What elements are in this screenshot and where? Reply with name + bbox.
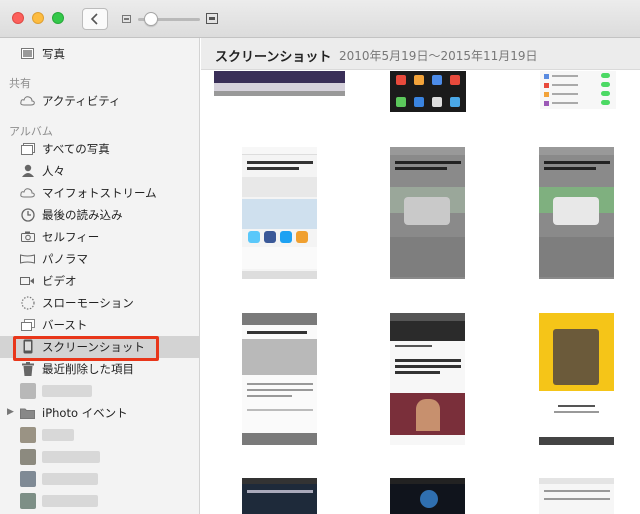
screenshot-thumbnail[interactable]	[242, 478, 317, 514]
screenshot-thumbnail[interactable]	[242, 313, 317, 445]
album-thumbnail	[20, 471, 36, 487]
cloud-icon	[20, 93, 35, 108]
trash-icon	[20, 361, 35, 376]
redacted-label	[42, 495, 98, 507]
sidebar-item-label: iPhoto イベント	[42, 406, 128, 420]
zoom-slider-knob[interactable]	[144, 12, 158, 26]
sidebar-item-label: セルフィー	[42, 230, 100, 244]
date-range: 2010年5月19日〜2015年11月19日	[339, 49, 538, 63]
screenshot-thumbnail[interactable]	[390, 71, 466, 112]
screenshot-thumbnail[interactable]	[390, 478, 465, 514]
burst-icon	[20, 317, 35, 332]
screenshot-thumbnail[interactable]	[214, 71, 345, 96]
close-button[interactable]	[12, 12, 24, 24]
album-thumbnail	[20, 383, 36, 399]
sidebar-item-label: すべての写真	[42, 142, 110, 156]
sidebar-item-photos[interactable]: 写真	[0, 43, 199, 65]
redacted-label	[42, 451, 100, 463]
clock-icon	[20, 207, 35, 222]
sidebar-item-label: 写真	[42, 47, 65, 61]
sidebar-item-label: ビデオ	[42, 274, 77, 288]
large-photo-icon[interactable]	[206, 13, 218, 24]
title-bar	[0, 0, 640, 38]
album-thumbnail	[20, 427, 36, 443]
sidebar-item-recently-deleted[interactable]: 最近削除した項目	[0, 358, 199, 380]
sidebar-item-album-redacted[interactable]	[0, 468, 199, 490]
sidebar-item-selfies[interactable]: セルフィー	[0, 226, 199, 248]
sidebar-item-label: 人々	[42, 164, 65, 178]
sidebar-item-label: パノラマ	[42, 252, 88, 266]
content-header: スクリーンショット 2010年5月19日〜2015年11月19日	[201, 38, 640, 70]
camera-icon	[20, 229, 35, 244]
disclosure-triangle-icon[interactable]: ▶	[7, 407, 14, 417]
screenshot-thumbnail[interactable]	[539, 313, 614, 445]
panorama-icon	[20, 251, 35, 266]
page-title: スクリーンショット	[215, 50, 332, 65]
photo-grid	[201, 71, 640, 514]
fullscreen-button[interactable]	[52, 12, 64, 24]
small-photo-icon[interactable]	[122, 15, 131, 23]
screenshot-thumbnail[interactable]	[539, 478, 614, 514]
folder-icon	[20, 405, 35, 420]
sidebar-item-label: バースト	[42, 318, 88, 332]
sidebar-item-activity[interactable]: アクティビティ	[0, 90, 199, 112]
cloud-icon	[20, 185, 35, 200]
sidebar-item-panoramas[interactable]: パノラマ	[0, 248, 199, 270]
screenshot-thumbnail[interactable]	[390, 313, 465, 445]
screenshot-thumbnail[interactable]	[390, 147, 465, 279]
album-thumbnail	[20, 449, 36, 465]
sidebar-item-album-redacted[interactable]	[0, 424, 199, 446]
redacted-label	[42, 473, 98, 485]
sidebar: 写真 共有 アクティビティ アルバム すべての写真 人々 マイフォトストリーム …	[0, 38, 200, 514]
redacted-label	[42, 429, 74, 441]
sidebar-item-album-redacted[interactable]	[0, 380, 199, 402]
sidebar-item-my-photo-stream[interactable]: マイフォトストリーム	[0, 182, 199, 204]
back-button[interactable]	[82, 8, 108, 30]
photos-stack-icon	[20, 141, 35, 156]
section-header-albums: アルバム	[9, 125, 53, 138]
section-header-shared: 共有	[9, 77, 31, 90]
sidebar-item-last-import[interactable]: 最後の読み込み	[0, 204, 199, 226]
person-icon	[20, 163, 35, 178]
sidebar-item-videos[interactable]: ビデオ	[0, 270, 199, 292]
album-thumbnail	[20, 493, 36, 509]
sidebar-item-label: アクティビティ	[42, 94, 121, 108]
sidebar-item-album-redacted[interactable]	[0, 446, 199, 468]
sidebar-item-all-photos[interactable]: すべての写真	[0, 138, 199, 160]
sidebar-item-people[interactable]: 人々	[0, 160, 199, 182]
minimize-button[interactable]	[32, 12, 44, 24]
photos-library-icon	[20, 46, 35, 61]
redacted-label	[42, 385, 92, 397]
screenshot-thumbnail[interactable]	[539, 147, 614, 279]
slowmo-icon	[20, 295, 35, 310]
screenshot-thumbnail[interactable]	[242, 147, 317, 279]
sidebar-item-bursts[interactable]: バースト	[0, 314, 199, 336]
chevron-left-icon	[90, 13, 98, 25]
sidebar-item-iphoto-events[interactable]: ▶ iPhoto イベント	[0, 402, 199, 424]
sidebar-item-label: スローモーション	[42, 296, 134, 310]
video-icon	[20, 273, 35, 288]
sidebar-item-album-redacted[interactable]	[0, 490, 199, 512]
sidebar-item-slo-mo[interactable]: スローモーション	[0, 292, 199, 314]
screenshot-thumbnail[interactable]	[540, 71, 616, 109]
sidebar-item-label: 最後の読み込み	[42, 208, 123, 222]
sidebar-item-label: 最近削除した項目	[42, 362, 134, 376]
sidebar-item-label: マイフォトストリーム	[42, 186, 157, 200]
